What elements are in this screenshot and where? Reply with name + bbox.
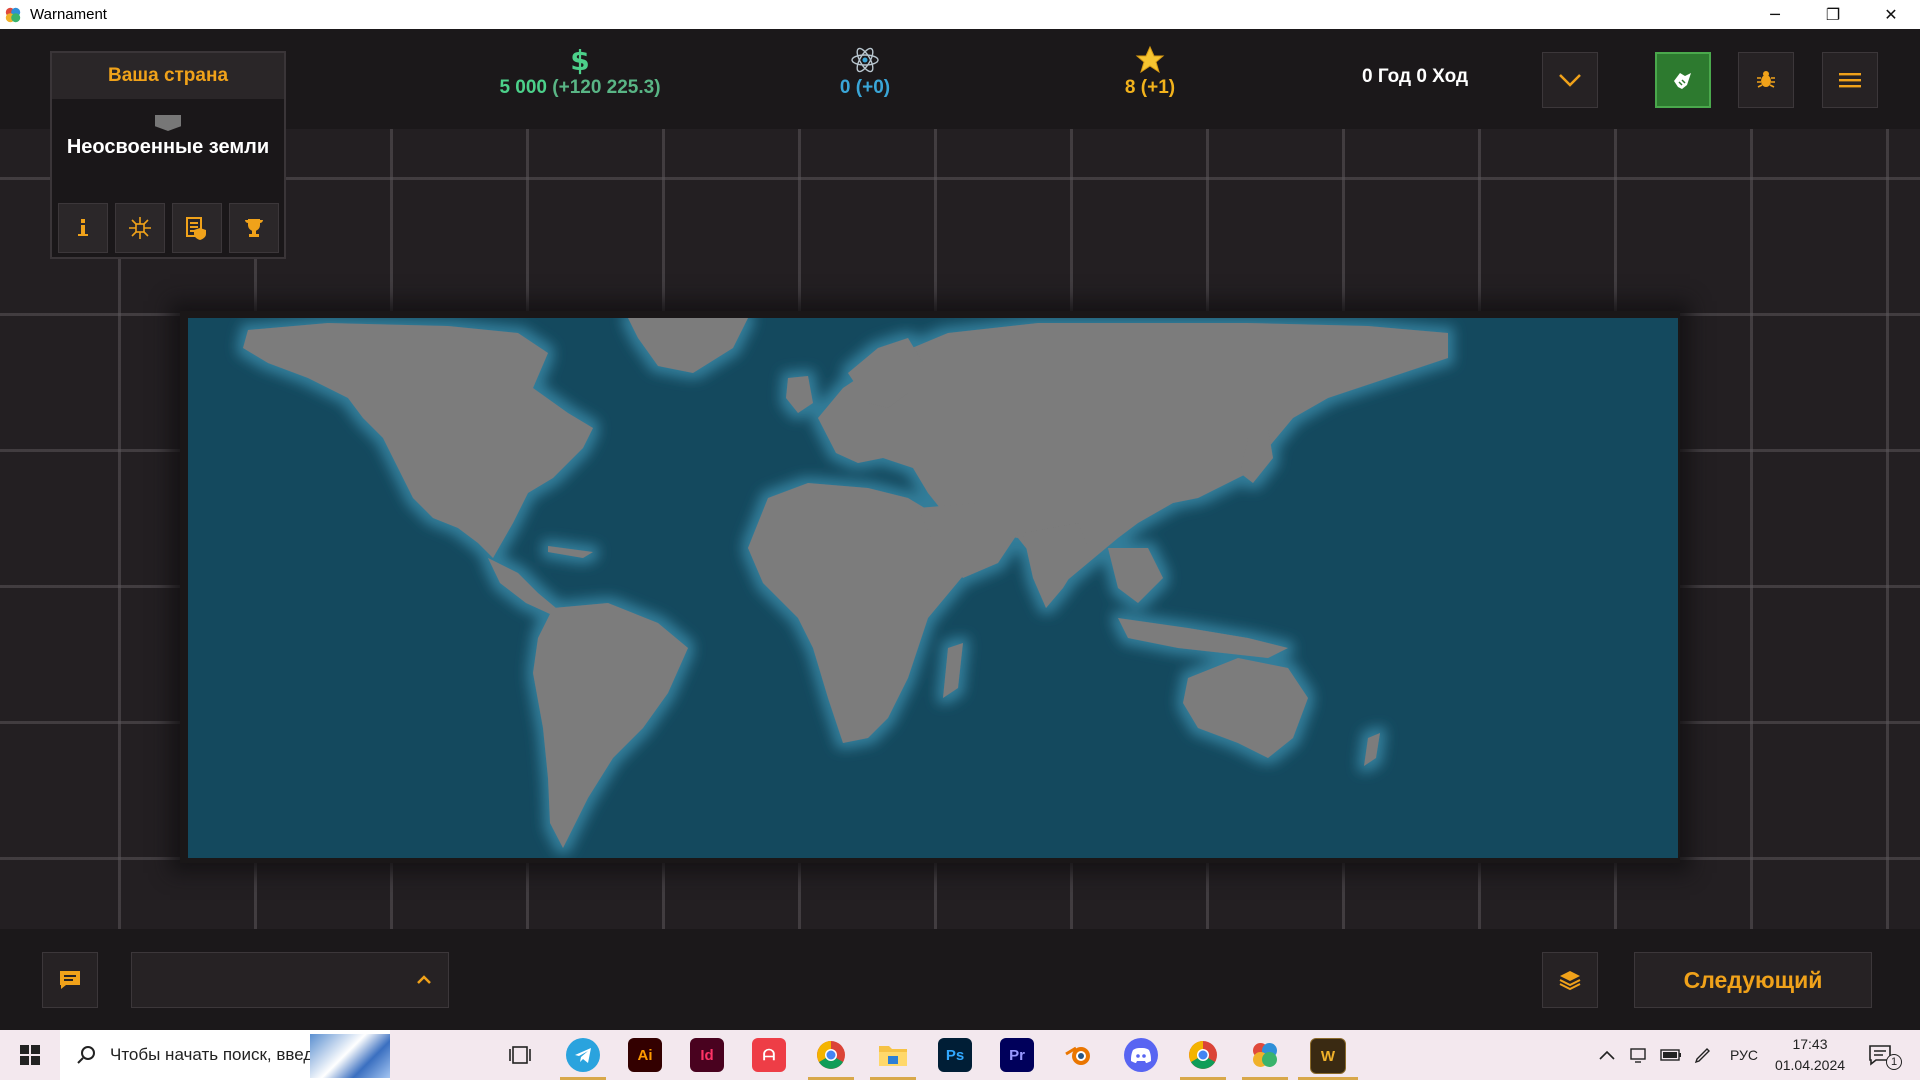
display-icon[interactable] (1630, 1047, 1648, 1063)
science-delta: (+0) (855, 77, 891, 98)
trophy-icon (245, 219, 263, 237)
country-panel-header: Ваша страна (52, 53, 284, 99)
notification-count: 1 (1886, 1054, 1902, 1070)
photoshop-icon[interactable]: Ps (938, 1038, 972, 1072)
system-tray: РУС (1598, 1030, 1758, 1080)
layers-icon (1559, 971, 1581, 991)
handshake-icon (1674, 73, 1691, 89)
search-icon (77, 1046, 95, 1064)
atom-icon (851, 47, 879, 73)
science-value: 0 (839, 77, 851, 98)
search-placeholder: Чтобы начать поиск, введите (110, 1045, 340, 1064)
dollar-icon: $ (570, 45, 589, 75)
world-map-land (243, 318, 1448, 848)
chat-input-box[interactable] (131, 952, 449, 1008)
svg-text:$: $ (570, 45, 589, 75)
notification-center[interactable]: 1 (1868, 1030, 1902, 1080)
premiere-icon[interactable]: Pr (1000, 1038, 1034, 1072)
achievements-button[interactable] (229, 203, 279, 253)
money-value: 5 000 (499, 77, 547, 98)
chevron-up-tray-icon[interactable] (1598, 1049, 1616, 1061)
diplomacy-button[interactable] (1655, 52, 1711, 108)
search-highlight-image (310, 1034, 390, 1078)
warnament-app-icon[interactable]: W (1310, 1038, 1346, 1074)
pen-icon[interactable] (1694, 1046, 1712, 1064)
indesign-icon[interactable]: Id (690, 1038, 724, 1072)
task-view-icon[interactable] (503, 1038, 537, 1072)
science-stat[interactable]: 0 (+0) (800, 45, 930, 99)
battery-icon[interactable] (1660, 1048, 1682, 1062)
stars-value: 8 (1124, 77, 1136, 98)
restore-button[interactable]: ❐ (1804, 0, 1862, 29)
illustrator-icon[interactable]: Ai (628, 1038, 662, 1072)
bug-report-button[interactable] (1738, 52, 1794, 108)
next-turn-button[interactable]: Следующий (1634, 952, 1872, 1008)
network-icon (129, 217, 151, 239)
country-name: Неосвоенные земли (66, 136, 270, 158)
windows-logo-icon (20, 1045, 40, 1065)
laws-button[interactable] (172, 203, 222, 253)
map-layers-button[interactable] (1542, 952, 1598, 1008)
prestige-stat[interactable]: 8 (+1) (1090, 45, 1210, 99)
chrome-icon[interactable] (814, 1038, 848, 1072)
windows-taskbar: Чтобы начать поиск, введите Ai Id ᗩ Ps P… (0, 1030, 1920, 1080)
language-indicator[interactable]: РУС (1730, 1047, 1758, 1063)
chevron-down-icon (1559, 74, 1581, 87)
country-flag (155, 115, 181, 131)
stars-delta: (+1) (1140, 77, 1176, 98)
minimize-button[interactable]: ─ (1746, 0, 1804, 29)
expand-dropdown-button[interactable] (1542, 52, 1598, 108)
chat-button[interactable] (42, 952, 98, 1008)
taskbar-clock[interactable]: 17:43 01.04.2024 (1770, 1034, 1850, 1076)
start-button[interactable] (0, 1030, 60, 1080)
warnament-launcher-icon[interactable] (1248, 1038, 1282, 1072)
main-menu-button[interactable] (1822, 52, 1878, 108)
turn-counter: 0 Год 0 Ход (1361, 66, 1469, 87)
window-title: Warnament (30, 6, 107, 23)
blender-icon[interactable] (1062, 1038, 1096, 1072)
star-icon (1135, 45, 1165, 74)
clock-date: 01.04.2024 (1774, 1057, 1846, 1073)
window-title-bar: Warnament ─ ❐ ✕ (0, 0, 1920, 30)
chat-icon (60, 971, 80, 989)
bug-icon (1757, 71, 1775, 88)
hamburger-menu-icon (1839, 73, 1861, 88)
money-stat[interactable]: $ 5 000 (+120 225.3) (480, 45, 680, 99)
country-panel: Ваша страна Неосвоенные земли (50, 51, 286, 259)
money-delta: (+120 225.3) (552, 77, 661, 98)
chevron-up-icon[interactable] (414, 969, 434, 989)
info-icon (78, 219, 88, 236)
clock-time: 17:43 (1792, 1036, 1828, 1052)
info-button[interactable] (58, 203, 108, 253)
document-shield-icon (186, 217, 206, 240)
chrome-icon-2[interactable] (1186, 1038, 1220, 1072)
top-bar (0, 29, 1920, 129)
close-button[interactable]: ✕ (1862, 0, 1920, 29)
taskbar-search[interactable]: Чтобы начать поиск, введите (60, 1030, 390, 1080)
app-icon (5, 7, 21, 22)
world-map[interactable] (188, 318, 1678, 858)
acrobat-icon[interactable]: ᗩ (752, 1038, 786, 1072)
telegram-icon[interactable] (566, 1038, 600, 1072)
network-button[interactable] (115, 203, 165, 253)
discord-icon[interactable] (1124, 1038, 1158, 1072)
file-explorer-icon[interactable] (876, 1038, 910, 1072)
